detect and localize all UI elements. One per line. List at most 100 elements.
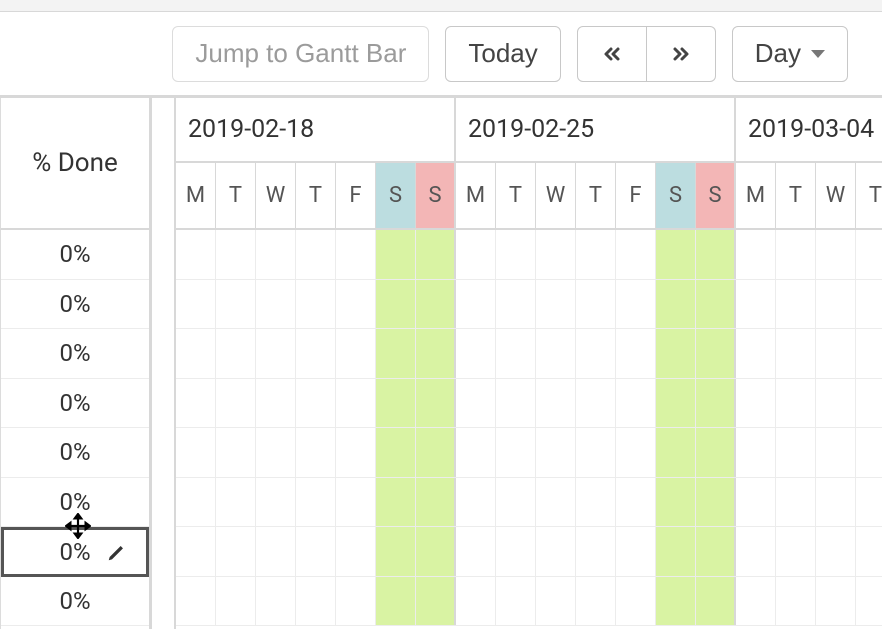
gantt-cell (376, 379, 416, 428)
percent-done-cell[interactable]: 0% (1, 329, 149, 379)
gantt-cell (736, 478, 776, 527)
gantt-cell (336, 280, 376, 329)
gantt-cell (616, 329, 656, 378)
gantt-cell (256, 527, 296, 576)
gantt-toolbar: Jump to Gantt Bar Today Day (0, 12, 882, 98)
day-header-cell: M (456, 163, 496, 228)
gantt-cell (656, 577, 696, 626)
gantt-cell (816, 280, 856, 329)
prev-button[interactable] (577, 26, 647, 82)
day-header-cell: W (816, 163, 856, 228)
gantt-row[interactable] (176, 379, 882, 429)
nav-button-group (577, 26, 716, 82)
percent-done-cell[interactable]: 0% (1, 230, 149, 280)
percent-done-cell[interactable]: 0% (1, 379, 149, 429)
gantt-cell (376, 230, 416, 279)
gantt-cell (176, 379, 216, 428)
gantt-cell (496, 577, 536, 626)
gantt-cell (416, 230, 456, 279)
gantt-cell (496, 527, 536, 576)
percent-done-cell[interactable]: 0% (1, 478, 149, 528)
gantt-cell (176, 280, 216, 329)
gantt-cell (776, 527, 816, 576)
percent-done-cell[interactable]: 0% (1, 527, 149, 577)
day-header-cell: F (616, 163, 656, 228)
gantt-cell (656, 230, 696, 279)
gantt-grid[interactable] (176, 230, 882, 629)
gantt-cell (376, 577, 416, 626)
gantt-cell (536, 230, 576, 279)
gantt-cell (496, 379, 536, 428)
week-header-cell: 2019-02-25 (456, 98, 736, 161)
gantt-cell (296, 577, 336, 626)
gantt-cell (816, 577, 856, 626)
gantt-cell (536, 478, 576, 527)
gantt-cell (536, 379, 576, 428)
gantt-cell (656, 527, 696, 576)
gantt-cell (616, 230, 656, 279)
gantt-cell (176, 428, 216, 477)
gantt-cell (336, 230, 376, 279)
gantt-cell (616, 527, 656, 576)
gantt-cell (336, 428, 376, 477)
percent-done-cell[interactable]: 0% (1, 280, 149, 330)
gantt-cell (376, 478, 416, 527)
pencil-icon[interactable] (106, 541, 128, 563)
gantt-cell (816, 230, 856, 279)
gantt-cell (776, 230, 816, 279)
percent-done-cell[interactable]: 0% (1, 577, 149, 627)
gantt-cell (456, 478, 496, 527)
gantt-cell (696, 230, 736, 279)
day-header-cell: T (496, 163, 536, 228)
column-resize-gutter[interactable] (152, 98, 176, 629)
gantt-cell (416, 379, 456, 428)
gantt-cell (816, 527, 856, 576)
day-header-cell: W (256, 163, 296, 228)
gantt-cell (616, 478, 656, 527)
gantt-cell (616, 577, 656, 626)
gantt-cell (696, 577, 736, 626)
gantt-row[interactable] (176, 527, 882, 577)
gantt-cell (336, 379, 376, 428)
next-button[interactable] (647, 26, 716, 82)
gantt-cell (336, 478, 376, 527)
gantt-cell (816, 379, 856, 428)
chevron-double-left-icon (600, 42, 624, 66)
gantt-cell (216, 478, 256, 527)
day-header-cell: W (536, 163, 576, 228)
gantt-cell (496, 280, 536, 329)
gantt-cell (696, 329, 736, 378)
gantt-cell (696, 527, 736, 576)
gantt-cell (536, 577, 576, 626)
gantt-cell (256, 428, 296, 477)
gantt-cell (576, 280, 616, 329)
gantt-cell (336, 329, 376, 378)
gantt-row[interactable] (176, 577, 882, 627)
gantt-cell (616, 428, 656, 477)
gantt-cell (816, 428, 856, 477)
gantt-row[interactable] (176, 230, 882, 280)
gantt-row[interactable] (176, 428, 882, 478)
gantt-cell (456, 379, 496, 428)
gantt-cell (856, 428, 882, 477)
jump-to-gantt-bar-button[interactable]: Jump to Gantt Bar (172, 26, 429, 82)
gantt-cell (216, 230, 256, 279)
gantt-cell (576, 428, 616, 477)
zoom-dropdown[interactable]: Day (732, 26, 848, 82)
percent-done-value: 0% (59, 438, 90, 466)
gantt-row[interactable] (176, 478, 882, 528)
caret-down-icon (811, 47, 825, 61)
gantt-cell (696, 428, 736, 477)
gantt-cell (456, 527, 496, 576)
window-top-strip (0, 0, 882, 12)
day-header-cell: T (296, 163, 336, 228)
percent-done-cell[interactable]: 0% (1, 428, 149, 478)
gantt-row[interactable] (176, 329, 882, 379)
gantt-cell (256, 280, 296, 329)
zoom-dropdown-label: Day (755, 38, 801, 69)
gantt-cell (216, 428, 256, 477)
gantt-cell (576, 577, 616, 626)
day-header-cell: T (216, 163, 256, 228)
gantt-row[interactable] (176, 280, 882, 330)
today-button[interactable]: Today (445, 26, 560, 82)
